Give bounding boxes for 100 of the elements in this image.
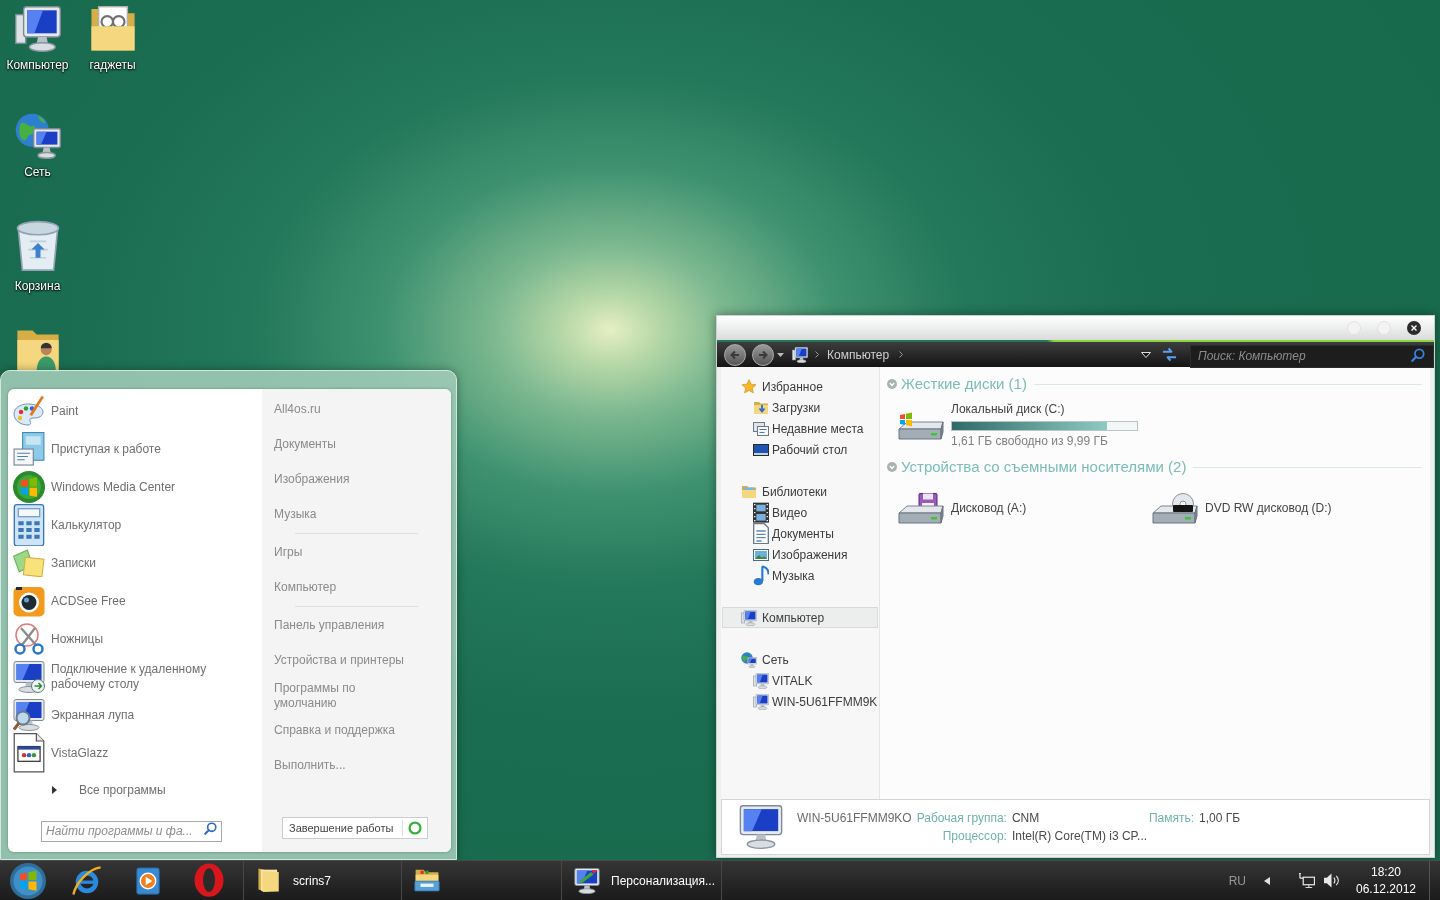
speaker-icon[interactable] [1323,873,1340,888]
library-folder-icon [741,484,757,499]
places-item[interactable]: Устройства и принтеры [262,643,451,678]
places-item[interactable]: Программы по умолчанию [262,678,451,713]
program-item[interactable]: ACDSee Free [13,582,258,620]
nav-item[interactable]: Недавние места [722,418,878,439]
drive-name[interactable]: Дисковод (A:) [951,501,1027,516]
computer-icon[interactable] [14,6,61,52]
all-programs-button[interactable]: Все программы [13,772,258,808]
caret-down-icon[interactable] [777,352,784,357]
taskbar-button[interactable]: Персонализация... [562,860,722,900]
nav-item[interactable]: Компьютер [722,607,878,628]
places-item[interactable]: Выполнить... [262,748,451,783]
drive-name[interactable]: DVD RW дисковод (D:) [1205,501,1332,516]
search-icon[interactable] [1411,348,1425,362]
folder-papers-icon[interactable] [89,6,136,52]
program-item[interactable]: Windows Media Center [13,468,258,506]
film-icon [753,501,769,524]
close-button[interactable] [1407,321,1421,335]
desktop-icon-label[interactable]: Компьютер [6,57,69,73]
network-monitor-icon[interactable] [1298,873,1315,888]
places-item[interactable]: Панель управления [262,608,451,643]
floppy-drive-icon[interactable] [897,492,945,525]
chevron-right-icon [815,351,819,358]
globe-monitor-icon[interactable] [14,113,61,159]
program-item[interactable]: Приступая к работе [13,430,258,468]
search-icon[interactable] [204,822,217,835]
program-item[interactable]: VistaGlazz [13,734,258,772]
nav-item[interactable]: Документы [722,523,878,544]
folder-tray-icon [414,869,440,892]
nav-item[interactable]: Избранное [722,376,878,397]
computer-icon [792,346,808,363]
nav-item[interactable]: VITALK [722,670,878,691]
desktop-icon-label[interactable]: Корзина [14,277,61,294]
computer-name: WIN-5U61FFMM9KO [797,810,912,826]
close-icon [1411,325,1417,331]
program-item[interactable]: Записки [13,544,258,582]
folder-person-icon[interactable] [15,329,60,373]
triangle-left-icon[interactable] [1264,876,1270,885]
places-item[interactable]: Компьютер [262,570,451,605]
desktop-screen-icon [753,443,769,456]
program-item[interactable]: Ножницы [13,620,258,658]
refresh-icon[interactable] [1161,347,1178,362]
search-field[interactable]: Поиск: Компьютер [1190,344,1434,368]
computer-icon [753,693,769,710]
shutdown-button[interactable]: Завершение работы [282,817,428,839]
music-note-icon [753,564,769,587]
trash-icon[interactable] [14,220,61,273]
forward-button[interactable] [752,343,774,366]
dvd-drive-icon[interactable] [1151,492,1199,525]
group-title: Жесткие диски (1) [901,373,1027,394]
nav-item[interactable]: WIN-5U61FFMM9K [722,691,878,712]
desktop-icon-label[interactable]: гаджеты [89,57,136,73]
detail-value: Intel(R) Core(TM) i3 CP... [1011,828,1149,844]
places-item[interactable]: Документы [262,427,451,462]
breadcrumb-item[interactable]: Компьютер [827,345,890,364]
nav-item[interactable]: Загрузки [722,397,878,418]
places-item[interactable]: Изображения [262,462,451,497]
free-space-text: 1,61 ГБ свободно из 9,99 ГБ [951,434,1109,449]
monitor-magnifier-icon [13,699,45,731]
hard-drive-icon[interactable] [897,410,945,441]
four-color-orb-icon [10,862,46,899]
computer-icon [741,609,757,626]
windows-stack-icon [753,421,769,436]
monitor-icon [739,805,783,849]
arrow-left-icon [730,349,740,360]
detail-label: Память: [1148,810,1195,826]
places-item[interactable]: Справка и поддержка [262,713,451,748]
nav-item[interactable]: Видео [722,502,878,523]
nav-item[interactable]: Музыка [722,565,878,586]
nav-item[interactable]: Библиотеки [722,481,878,502]
taskbar-button[interactable]: scrins7 [243,860,402,900]
places-item[interactable]: Музыка [262,497,451,532]
nav-item[interactable]: Рабочий стол [722,439,878,460]
program-item[interactable]: Калькулятор [13,506,258,544]
places-item[interactable]: Игры [262,535,451,570]
clock-button[interactable]: 18:20 06.12.2012 [1354,863,1418,898]
letter-o-icon [193,863,224,898]
palette-icon [13,396,45,426]
nav-item[interactable]: Сеть [722,649,878,670]
detail-value: 1,00 ГБ [1199,810,1241,826]
detail-label: Рабочая группа: [916,810,1007,826]
caret-down-icon[interactable] [1141,351,1151,358]
program-item[interactable]: Paint [13,392,258,430]
drive-name[interactable]: Локальный диск (C:) [951,402,1138,417]
scissors-icon [13,623,45,655]
detail-label: Процессор: [941,828,1007,844]
nav-item[interactable]: Изображения [722,544,878,565]
language-indicator[interactable]: RU [1228,871,1246,890]
detail-value: CNM [1011,810,1041,826]
places-item[interactable]: All4os.ru [262,392,451,427]
sticky-notes-icon [13,548,45,578]
monitor-arrows-icon [13,661,45,693]
calculator-icon [13,503,45,547]
back-button[interactable] [724,343,746,366]
triangle-right-icon [52,786,57,794]
search-field[interactable]: Найти программы и фа... [41,820,222,842]
desktop-icon-label[interactable]: Сеть [24,164,51,180]
program-item[interactable]: Подключение к удаленному рабочему столу [13,658,258,696]
program-item[interactable]: Экранная лупа [13,696,258,734]
